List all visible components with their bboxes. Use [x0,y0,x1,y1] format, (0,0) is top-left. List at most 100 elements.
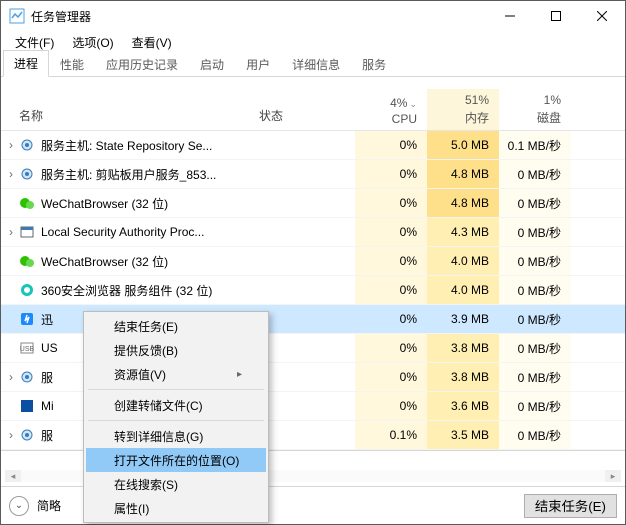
tab-processes[interactable]: 进程 [3,50,49,77]
process-icon [19,369,35,385]
cell-memory: 3.6 MB [427,392,499,420]
cell-disk: 0 MB/秒 [499,305,571,333]
fewer-details-toggle[interactable]: ⌄ [9,496,29,516]
process-icon [19,427,35,443]
cm-open-file-location[interactable]: 打开文件所在的位置(O) [86,448,266,472]
tab-details[interactable]: 详细信息 [281,51,351,77]
cm-create-dump-label: 创建转储文件(C) [114,397,203,414]
process-name: 迅 [41,311,53,328]
cm-properties-label: 属性(I) [114,500,149,517]
cell-memory: 3.9 MB [427,305,499,333]
process-name: 服务主机: 剪贴板用户服务_853... [41,166,216,183]
tab-performance[interactable]: 性能 [49,51,95,77]
scroll-right-icon[interactable]: ▸ [605,470,621,482]
cell-cpu: 0% [355,363,427,391]
cell-disk: 0 MB/秒 [499,276,571,304]
expand-icon[interactable]: › [3,225,19,239]
cell-cpu: 0% [355,218,427,246]
cm-end-task[interactable]: 结束任务(E) [86,314,266,338]
process-row[interactable]: ›服务主机: State Repository Se...0%5.0 MB0.1… [1,131,625,160]
col-name-header[interactable]: 名称 [1,89,259,130]
memory-percent: 51% [427,93,489,107]
column-headers: 名称 状态 4%⌄ CPU 51% 内存 1% 磁盘 [1,89,625,131]
expand-icon[interactable]: › [3,138,19,152]
process-name: 服务主机: State Repository Se... [41,137,212,154]
col-memory-header[interactable]: 51% 内存 [427,89,499,130]
expand-icon[interactable]: › [3,167,19,181]
process-row[interactable]: ›WeChatBrowser (32 位)0%4.0 MB0 MB/秒 [1,247,625,276]
cell-disk: 0.1 MB/秒 [499,131,571,159]
end-task-button[interactable]: 结束任务(E) [524,494,617,518]
cm-end-task-label: 结束任务(E) [114,318,178,335]
col-cpu-header[interactable]: 4%⌄ CPU [355,89,427,130]
cell-name: ›360安全浏览器 服务组件 (32 位) [1,282,259,299]
cm-go-details[interactable]: 转到详细信息(G) [86,424,266,448]
cell-disk: 0 MB/秒 [499,247,571,275]
cell-name: ›Local Security Authority Proc... [1,224,259,240]
process-icon [19,224,35,240]
cell-cpu: 0% [355,305,427,333]
process-row[interactable]: ›服务主机: 剪贴板用户服务_853...0%4.8 MB0 MB/秒 [1,160,625,189]
tab-startup[interactable]: 启动 [189,51,235,77]
cell-cpu: 0% [355,160,427,188]
process-name: US [41,341,58,355]
scroll-left-icon[interactable]: ◂ [5,470,21,482]
app-icon [9,8,25,24]
menu-view[interactable]: 查看(V) [124,32,180,53]
maximize-button[interactable] [533,1,579,31]
cm-feedback-label: 提供反馈(B) [114,342,178,359]
menu-bar: 文件(F) 选项(O) 查看(V) [1,31,625,53]
process-icon [19,195,35,211]
expand-icon[interactable]: › [3,370,19,384]
cell-disk: 0 MB/秒 [499,334,571,362]
cell-cpu: 0% [355,189,427,217]
tab-users[interactable]: 用户 [235,51,281,77]
cell-name: ›WeChatBrowser (32 位) [1,253,259,270]
process-icon: USB [19,340,35,356]
cm-create-dump[interactable]: 创建转储文件(C) [86,393,266,417]
cell-disk: 0 MB/秒 [499,189,571,217]
cm-resource-values-label: 资源值(V) [114,366,166,383]
process-name: WeChatBrowser (32 位) [41,253,168,270]
cm-open-location-label: 打开文件所在的位置(O) [114,452,239,469]
process-name: 服 [41,369,53,386]
process-row[interactable]: ›360安全浏览器 服务组件 (32 位)0%4.0 MB0 MB/秒 [1,276,625,305]
cm-search-online[interactable]: 在线搜索(S) [86,472,266,496]
process-name: 服 [41,427,53,444]
cell-name: › 服务主机: State Repository Se... [1,137,259,154]
cell-disk: 0 MB/秒 [499,392,571,420]
expand-icon[interactable]: › [3,428,19,442]
cm-separator [88,420,264,421]
col-status-header[interactable]: 状态 [259,89,355,130]
submenu-arrow-icon: ▸ [237,369,242,380]
chevron-down-icon: ⌄ [15,500,23,511]
close-button[interactable] [579,1,625,31]
cell-cpu: 0% [355,276,427,304]
disk-percent: 1% [499,93,561,107]
cell-memory: 4.8 MB [427,160,499,188]
process-icon [19,398,35,414]
cpu-label: CPU [355,112,417,126]
menu-options[interactable]: 选项(O) [64,32,121,53]
col-disk-header[interactable]: 1% 磁盘 [499,89,571,130]
sort-caret-icon: ⌄ [409,99,417,109]
process-icon [19,253,35,269]
minimize-button[interactable] [487,1,533,31]
cell-disk: 0 MB/秒 [499,218,571,246]
tab-app-history[interactable]: 应用历史记录 [95,51,189,77]
cm-feedback[interactable]: 提供反馈(B) [86,338,266,362]
cell-name: ›WeChatBrowser (32 位) [1,195,259,212]
cell-cpu: 0% [355,392,427,420]
cm-resource-values[interactable]: 资源值(V) ▸ [86,362,266,386]
process-row[interactable]: ›WeChatBrowser (32 位) 0%4.8 MB0 MB/秒 [1,189,625,218]
process-icon [19,282,35,298]
cell-memory: 3.8 MB [427,363,499,391]
window-controls [487,1,625,31]
cm-separator [88,389,264,390]
process-row[interactable]: ›Local Security Authority Proc...0%4.3 M… [1,218,625,247]
cell-memory: 4.8 MB [427,189,499,217]
tab-services[interactable]: 服务 [351,51,397,77]
cm-properties[interactable]: 属性(I) [86,496,266,520]
cpu-percent: 4% [390,96,407,110]
process-icon [19,137,35,153]
